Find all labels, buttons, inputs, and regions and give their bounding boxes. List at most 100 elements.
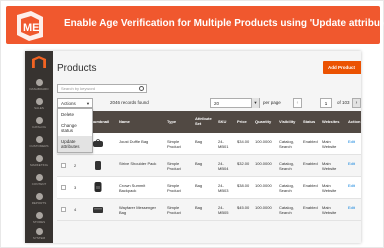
product-thumbnail — [94, 182, 102, 192]
per-page-value: 20 — [214, 101, 220, 106]
cell-websites: Main Website — [322, 161, 337, 171]
sidebar-item-dashboard[interactable]: DASHBOARD — [25, 77, 53, 95]
sidebar-item-catalog[interactable]: CATALOG — [25, 115, 53, 133]
svg-text:ME: ME — [23, 22, 40, 34]
page-number-input[interactable]: 1 — [320, 98, 332, 108]
cell-status: Enabled — [303, 205, 318, 210]
admin-window: DASHBOARD SALES CATALOG CUSTOMERS MARKET… — [25, 51, 361, 243]
cell-type: Simple Product — [167, 139, 181, 149]
edit-link[interactable]: Edit — [348, 199, 355, 210]
actions-dropdown: Delete Change status Update attributes — [57, 108, 93, 153]
column-header[interactable]: SKU — [218, 111, 226, 133]
admin-sidebar: DASHBOARD SALES CATALOG CUSTOMERS MARKET… — [25, 51, 53, 243]
cell-sku: 24-MB05 — [218, 205, 229, 215]
cell-price: $38.00 — [237, 183, 250, 188]
per-page-select[interactable]: 20 ▼ — [210, 98, 260, 108]
catalog-icon — [35, 117, 43, 124]
actions-label: Actions — [61, 101, 76, 106]
edit-link[interactable]: Edit — [348, 155, 355, 166]
cell-sku: 24-MB04 — [218, 161, 229, 171]
sales-icon — [35, 98, 43, 105]
chevron-down-icon: ▼ — [86, 101, 90, 106]
cell-quantity: 100.0000 — [255, 205, 272, 210]
grid-header: ID Thumbnail Name Type Attribute Set SKU… — [57, 111, 361, 133]
sidebar-item-reports[interactable]: REPORTS — [25, 191, 53, 209]
customers-icon — [35, 136, 43, 143]
cell-visibility: Catalog, Search — [279, 205, 294, 215]
magento-logo-icon — [32, 56, 46, 68]
cell-websites: Main Website — [322, 139, 337, 149]
dropdown-item-update-attributes[interactable]: Update attributes — [58, 136, 92, 152]
cell-name: Joust Duffle Bag — [119, 139, 149, 144]
sidebar-item-sales[interactable]: SALES — [25, 96, 53, 114]
table-row[interactable]: 3 Crown Summit Backpack Simple Product B… — [57, 177, 361, 199]
cell-name: Crown Summit Backpack — [119, 183, 146, 193]
banner-title: Enable Age Verification for Multiple Pro… — [64, 18, 384, 29]
column-header[interactable]: Type — [167, 111, 176, 133]
cell-id: 2 — [74, 163, 77, 168]
column-header: Action — [348, 119, 361, 124]
cell-id: 3 — [74, 185, 77, 190]
page-title: Products — [57, 63, 97, 74]
cell-type: Simple Product — [167, 205, 181, 215]
cell-status: Enabled — [303, 183, 318, 188]
column-header[interactable]: Name — [119, 111, 130, 133]
search-placeholder: Search by keyword — [61, 86, 96, 91]
cell-websites: Main Website — [322, 205, 337, 215]
page-total: of 103 — [337, 100, 350, 105]
add-product-button[interactable]: Add Product ▼ — [323, 61, 361, 74]
cell-name: Wayfarer Messenger Bag — [119, 205, 156, 215]
cell-quantity: 100.0000 — [255, 161, 272, 166]
column-header[interactable]: Status — [303, 111, 315, 133]
actions-select[interactable]: Actions ▼ — [57, 98, 93, 108]
cell-quantity: 100.0000 — [255, 139, 272, 144]
cell-price: $32.00 — [237, 161, 250, 166]
stores-icon — [35, 212, 43, 219]
column-header[interactable]: Price — [237, 111, 247, 133]
content-icon — [35, 174, 43, 181]
column-header[interactable]: Quantity — [255, 111, 271, 133]
row-checkbox[interactable] — [61, 185, 66, 190]
edit-link[interactable]: Edit — [348, 177, 355, 188]
cell-status: Enabled — [303, 139, 318, 144]
sidebar-item-content[interactable]: CONTENT — [25, 172, 53, 190]
next-page-button[interactable]: › — [352, 98, 361, 108]
marketing-icon — [35, 155, 43, 162]
products-panel: Products Add Product ▼ Search by keyword… — [53, 51, 361, 243]
cell-websites: Main Website — [322, 183, 337, 193]
chevron-down-icon: ▼ — [251, 98, 259, 108]
table-row[interactable]: 2 Strive Shoulder Pack Simple Product Ba… — [57, 155, 361, 177]
product-thumbnail — [93, 207, 103, 213]
table-row[interactable]: 1 Joust Duffle Bag Simple Product Bag 24… — [57, 133, 361, 155]
column-header[interactable]: Attribute Set — [195, 111, 213, 133]
cell-status: Enabled — [303, 161, 318, 166]
column-header[interactable]: Websites — [322, 111, 340, 133]
row-checkbox[interactable] — [61, 163, 66, 168]
prev-page-button[interactable]: ‹ — [293, 98, 302, 108]
sidebar-item-marketing[interactable]: MARKETING — [25, 153, 53, 171]
row-checkbox[interactable] — [61, 207, 66, 212]
cell-visibility: Catalog, Search — [279, 183, 294, 193]
per-page-label: per page — [263, 100, 281, 105]
cell-type: Simple Product — [167, 161, 181, 171]
me-logo-icon: ME — [17, 11, 43, 41]
sidebar-item-customers[interactable]: CUSTOMERS — [25, 134, 53, 152]
title-banner: ME Enable Age Verification for Multiple … — [6, 6, 384, 44]
search-input[interactable]: Search by keyword — [57, 84, 147, 93]
cell-attribute-set: Bag — [195, 183, 203, 188]
product-thumbnail — [93, 139, 103, 147]
cell-visibility: Catalog, Search — [279, 161, 294, 171]
product-thumbnail — [95, 161, 101, 170]
add-product-label: Add Product — [328, 65, 355, 70]
edit-link[interactable]: Edit — [348, 133, 355, 144]
sidebar-item-system[interactable]: SYSTEM — [25, 226, 53, 243]
cell-visibility: Catalog, Search — [279, 139, 294, 149]
system-icon — [35, 228, 43, 235]
cell-sku: 24-MB03 — [218, 183, 229, 193]
table-row[interactable]: 4 Wayfarer Messenger Bag Simple Product … — [57, 199, 361, 221]
column-header[interactable]: Visibility — [279, 111, 295, 133]
cell-name: Strive Shoulder Pack — [119, 161, 157, 166]
dropdown-item-change-status[interactable]: Change status — [58, 120, 92, 136]
search-icon[interactable] — [139, 86, 144, 91]
dropdown-item-delete[interactable]: Delete — [58, 109, 92, 120]
